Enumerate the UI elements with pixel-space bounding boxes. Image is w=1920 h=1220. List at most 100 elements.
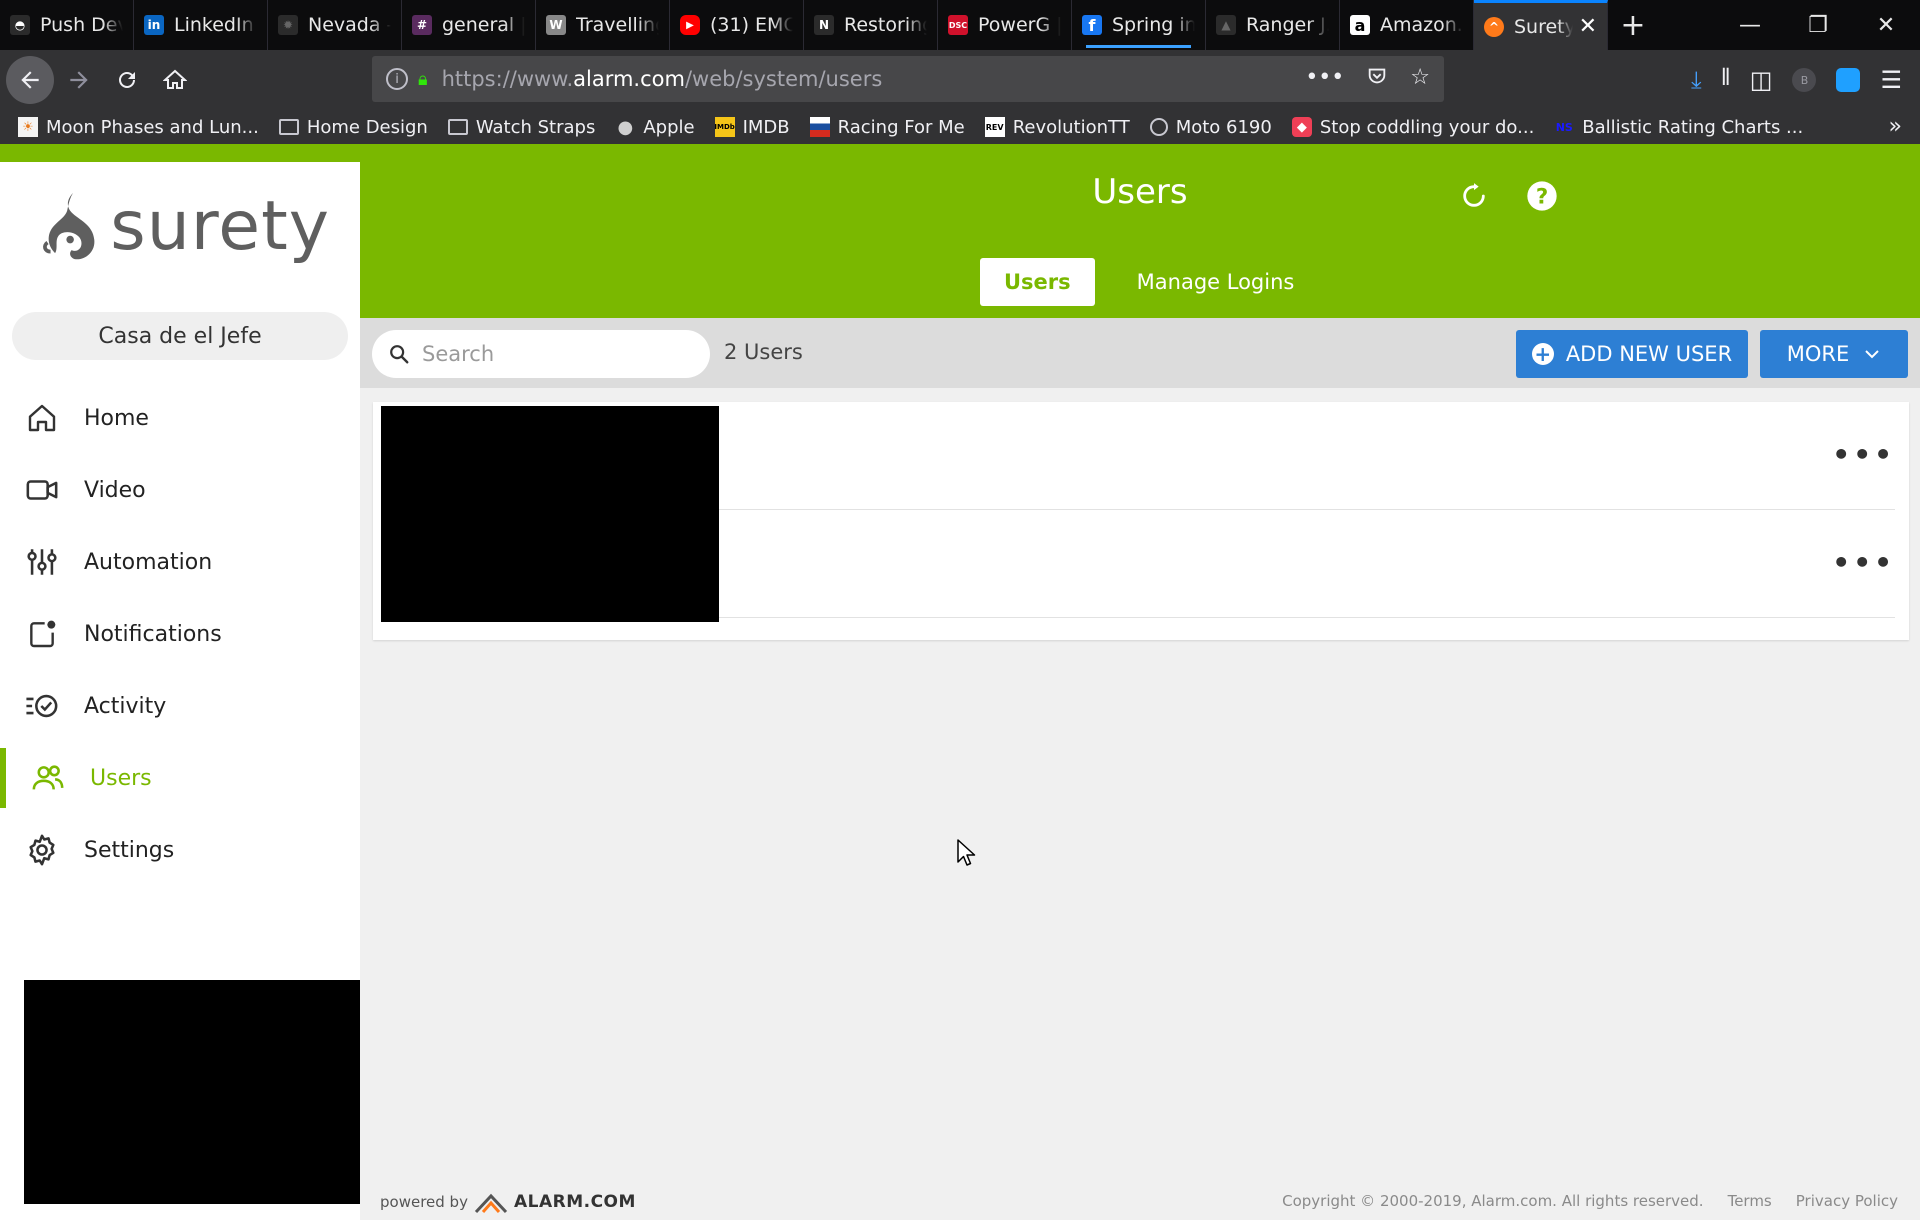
tab-favicon-icon: ◓	[10, 15, 30, 35]
tab-title: Ranger J.	[1246, 14, 1329, 36]
bookmark-item[interactable]: Moto 6190	[1149, 117, 1272, 138]
alarm-com-logo-icon	[474, 1193, 508, 1214]
library-icon[interactable]: 𝍪	[1722, 60, 1730, 101]
browser-tab[interactable]: ▲ Ranger J.	[1206, 0, 1340, 50]
home-button[interactable]	[152, 57, 198, 103]
arrow-left-icon	[21, 71, 39, 89]
url-bar-actions: ••• ☆	[1305, 65, 1430, 93]
tab-title: Nevada -	[308, 14, 391, 36]
browser-tab[interactable]: DSC PowerG |	[938, 0, 1072, 50]
sidebar-item-label: Settings	[84, 837, 175, 863]
download-icon[interactable]: ⤓	[1691, 66, 1702, 94]
surety-logo[interactable]: surety	[40, 176, 330, 276]
table-row[interactable]: •••	[719, 402, 1895, 510]
browser-tab[interactable]: a Amazon.	[1340, 0, 1474, 50]
bookmark-folder[interactable]: Home Design	[278, 117, 428, 138]
minimize-button[interactable]: —	[1716, 0, 1784, 50]
more-options-icon[interactable]: •••	[1832, 438, 1895, 471]
url-bar[interactable]: i 🔒︎ https://www.alarm.com/web/system/us…	[372, 56, 1444, 102]
svg-text:?: ?	[1536, 184, 1548, 209]
back-button[interactable]	[6, 56, 54, 104]
browser-tab[interactable]: W Travelling	[536, 0, 670, 50]
bookmark-item[interactable]: ◆ Stop coddling your do...	[1291, 116, 1535, 138]
tab-title: Amazon.	[1380, 14, 1463, 36]
bookmark-item[interactable]: REV RevolutionTT	[984, 117, 1130, 138]
tab-users[interactable]: Users	[980, 258, 1095, 306]
search-box[interactable]	[372, 330, 710, 378]
bookmark-item[interactable]: ● Apple	[615, 117, 694, 138]
browser-toolbar-icons: ⤓ 𝍪 ◫ B ☰	[1691, 50, 1920, 110]
sidebar-item-activity[interactable]: Activity	[0, 670, 360, 742]
sidebar-item-home[interactable]: Home	[0, 382, 360, 454]
sidebar-item-notifications[interactable]: Notifications	[0, 598, 360, 670]
browser-tab[interactable]: ▶ (31) EMC	[670, 0, 804, 50]
browser-tab[interactable]: ✹ Nevada -	[268, 0, 402, 50]
refresh-icon[interactable]	[1456, 178, 1492, 214]
alarm-com-icon: ^	[1484, 16, 1504, 37]
browser-tab[interactable]: # general |	[402, 0, 536, 50]
powered-by[interactable]: powered by ALARM.COM	[380, 1190, 636, 1214]
tab-title: general |	[442, 14, 525, 36]
tab-title: LinkedIn	[174, 14, 254, 36]
page-title: Users	[1092, 172, 1188, 212]
more-button[interactable]: MORE	[1760, 330, 1908, 378]
bookmark-item[interactable]: NS Ballistic Rating Charts ...	[1554, 117, 1804, 138]
browser-tab[interactable]: f Spring in	[1072, 0, 1206, 50]
bookmark-folder[interactable]: Watch Straps	[447, 117, 595, 138]
tab-manage-logins[interactable]: Manage Logins	[1113, 258, 1319, 306]
info-icon[interactable]: i	[386, 68, 408, 90]
privacy-policy-link[interactable]: Privacy Policy	[1796, 1192, 1898, 1210]
bookmark-star-icon[interactable]: ☆	[1410, 65, 1430, 93]
forward-button[interactable]	[56, 57, 102, 103]
new-tab-button[interactable]: +	[1608, 0, 1658, 50]
page-footer: powered by ALARM.COM Copyright © 2000-20…	[360, 1186, 1920, 1220]
lock-icon[interactable]: 🔒︎	[418, 69, 428, 90]
users-icon	[30, 760, 66, 796]
alarm-com-wordmark: ALARM.COM	[513, 1192, 636, 1212]
reload-button[interactable]	[104, 57, 150, 103]
add-new-user-label: ADD NEW USER	[1565, 342, 1733, 366]
browser-tab-bar: ◓ Push Dev in LinkedIn ✹ Nevada - # general …	[0, 0, 1920, 50]
table-row[interactable]: •••	[719, 510, 1895, 618]
close-window-button[interactable]: ✕	[1852, 0, 1920, 50]
help-icon[interactable]: ?	[1524, 178, 1560, 214]
sidebar-toggle-icon[interactable]: ◫	[1750, 66, 1773, 94]
home-icon	[24, 400, 60, 436]
extension-icon[interactable]: B	[1792, 68, 1817, 92]
terms-link[interactable]: Terms	[1728, 1192, 1772, 1210]
hamburger-menu-icon[interactable]: ☰	[1880, 66, 1902, 94]
tab-title: Push Dev	[40, 14, 123, 36]
browser-nav-bar: i 🔒︎ https://www.alarm.com/web/system/us…	[0, 50, 1920, 110]
pocket-icon[interactable]	[1366, 65, 1388, 93]
folder-icon	[278, 119, 299, 135]
tab-favicon-icon: ✹	[278, 15, 298, 35]
bookmark-item[interactable]: IMDb IMDB	[714, 117, 789, 138]
search-icon	[390, 345, 409, 364]
redacted-block	[381, 406, 719, 622]
chevron-double-right-icon[interactable]: »	[1889, 114, 1902, 139]
url-text[interactable]: https://www.alarm.com/web/system/users	[442, 67, 883, 91]
slack-icon: #	[412, 15, 432, 35]
browser-tab[interactable]: in LinkedIn	[134, 0, 268, 50]
sidebar-item-users[interactable]: Users	[0, 742, 360, 814]
cloud-extension-icon[interactable]	[1836, 68, 1861, 92]
sidebar-item-video[interactable]: Video	[0, 454, 360, 526]
footer-links: Copyright © 2000-2019, Alarm.com. All ri…	[1282, 1192, 1898, 1210]
bookmark-label: Stop coddling your do...	[1319, 116, 1535, 138]
sidebar-item-settings[interactable]: Settings	[0, 814, 360, 886]
restore-button[interactable]: ❐	[1784, 0, 1852, 50]
browser-tab[interactable]: N Restoring	[804, 0, 938, 50]
pocket-bookmark-icon: ◆	[1291, 117, 1312, 137]
close-tab-icon[interactable]: ✕	[1579, 14, 1597, 39]
page-actions-icon[interactable]: •••	[1305, 65, 1344, 93]
bookmark-item[interactable]: ☀ Moon Phases and Lun...	[18, 117, 259, 138]
search-input[interactable]	[422, 342, 682, 366]
browser-tab-active[interactable]: ^ Surety ✕	[1474, 0, 1608, 50]
add-new-user-button[interactable]: + ADD NEW USER	[1516, 330, 1748, 378]
browser-tab[interactable]: ◓ Push Dev	[0, 0, 134, 50]
bookmark-item[interactable]: Racing For Me	[809, 117, 965, 138]
more-options-icon[interactable]: •••	[1832, 546, 1895, 579]
facebook-icon: f	[1082, 15, 1102, 35]
sidebar-item-automation[interactable]: Automation	[0, 526, 360, 598]
location-selector[interactable]: Casa de el Jefe	[12, 312, 348, 360]
